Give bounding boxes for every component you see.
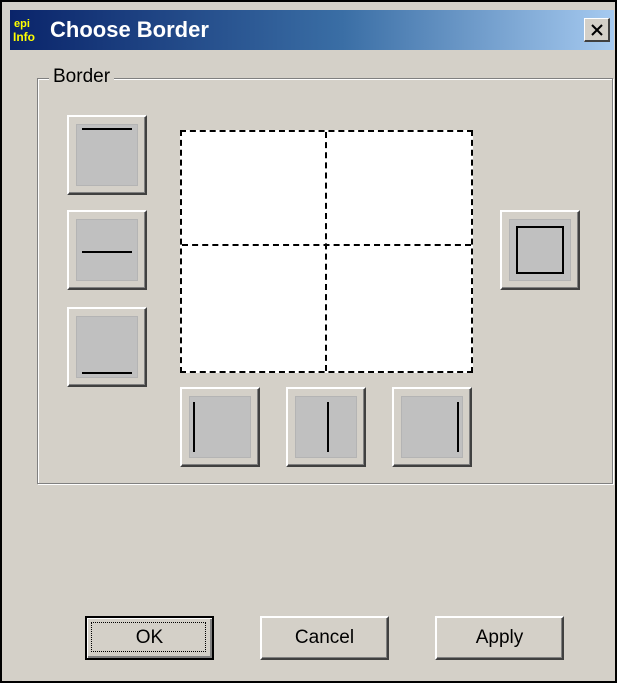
border-preview [180, 130, 473, 373]
close-icon [590, 23, 603, 36]
border-right-icon [401, 396, 463, 458]
window-title: Choose Border [50, 17, 209, 42]
border-outline-icon [509, 219, 571, 281]
top-border-button[interactable] [67, 115, 147, 195]
border-bottom-icon [76, 316, 138, 378]
close-button[interactable] [584, 18, 610, 42]
border-group-label: Border [49, 66, 115, 88]
border-vertical-inner-icon [295, 396, 357, 458]
preview-vertical-divider [325, 132, 327, 371]
bottom-border-button[interactable] [67, 307, 147, 387]
title-bar[interactable]: epi Info Choose Border [10, 10, 614, 50]
cancel-button-label: Cancel [294, 627, 355, 648]
apply-button-label: Apply [475, 627, 524, 648]
epi-info-logo-icon: epi Info [13, 18, 35, 44]
border-horizontal-inner-icon [76, 219, 138, 281]
logo-text-bottom: Info [13, 30, 35, 44]
outline-border-button[interactable] [500, 210, 580, 290]
logo-text-top: epi [14, 18, 30, 30]
middle-horizontal-border-button[interactable] [67, 210, 147, 290]
ok-button[interactable]: OK [85, 616, 214, 660]
preview-horizontal-divider [182, 244, 471, 246]
focus-rectangle [91, 622, 206, 652]
right-border-button[interactable] [392, 387, 472, 467]
apply-button[interactable]: Apply [435, 616, 564, 660]
border-top-icon [76, 124, 138, 186]
choose-border-dialog: epi Info Choose Border Border OK Cancel … [0, 0, 617, 683]
left-border-button[interactable] [180, 387, 260, 467]
middle-vertical-border-button[interactable] [286, 387, 366, 467]
cancel-button[interactable]: Cancel [260, 616, 389, 660]
border-left-icon [189, 396, 251, 458]
